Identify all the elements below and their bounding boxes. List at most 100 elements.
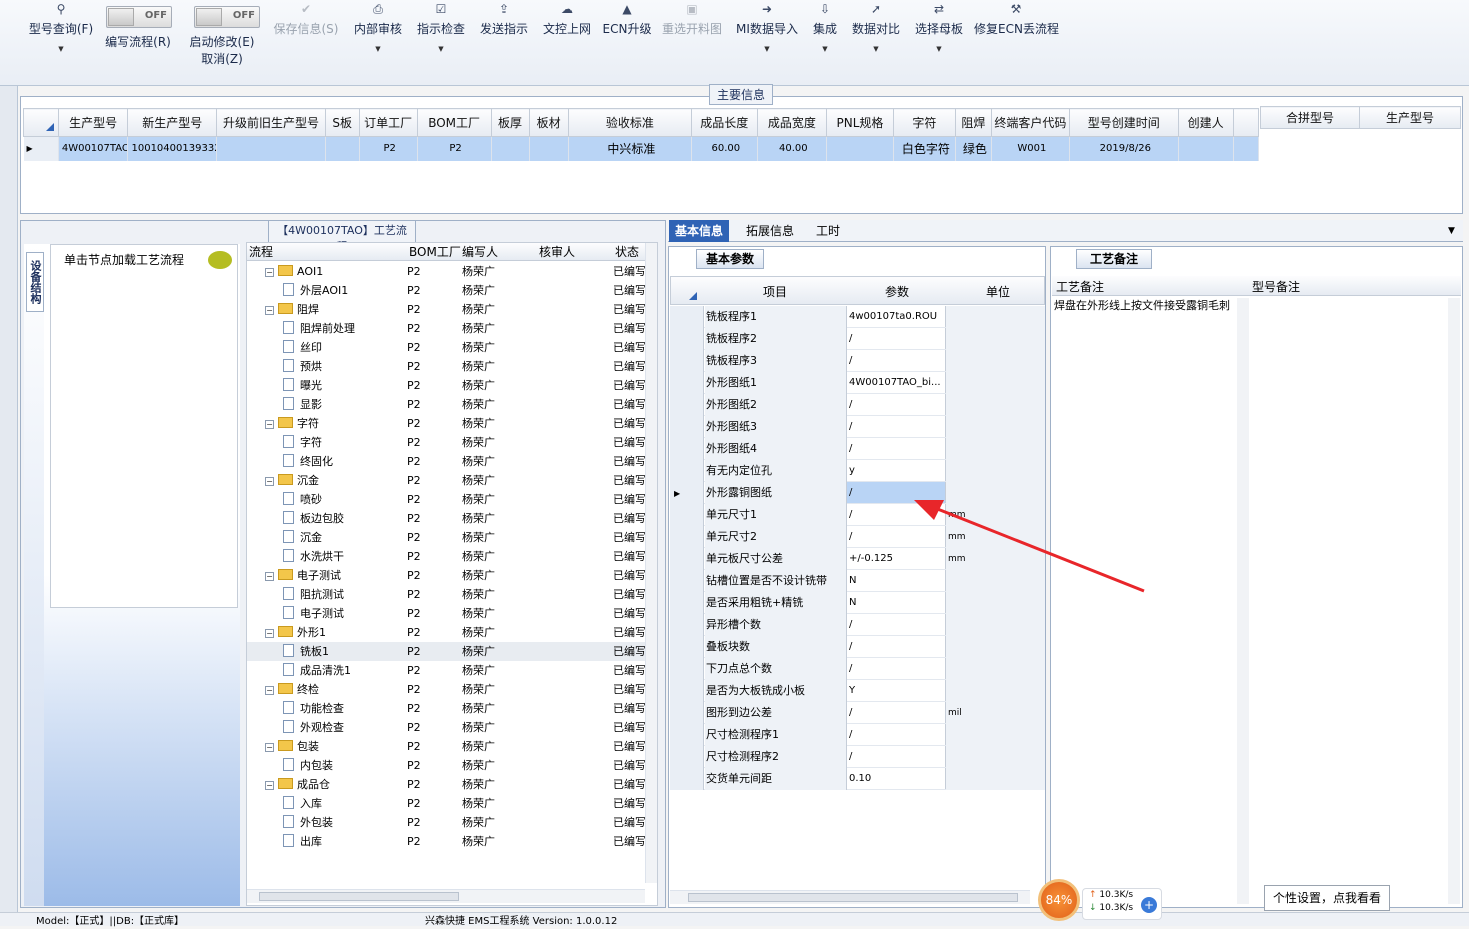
send-instruction-button[interactable]: ⇪ 发送指示 bbox=[478, 2, 530, 64]
col-header[interactable]: S板 bbox=[324, 108, 360, 137]
reselect-cut-image-button[interactable]: ▣ 重选开料图 bbox=[660, 2, 724, 64]
col-header[interactable]: BOM工厂 bbox=[409, 243, 461, 261]
col-header[interactable]: 型号备注 bbox=[1252, 278, 1300, 295]
param-value[interactable]: / bbox=[847, 724, 946, 745]
tree-row[interactable]: 阻抗测试 P2 杨荣广 已编写 bbox=[247, 585, 645, 604]
internal-review-button[interactable]: ⎙ 内部审核 ▼ bbox=[352, 2, 404, 64]
edit-flow-toggle[interactable]: OFF bbox=[106, 6, 172, 28]
tab-process-notes[interactable]: 工艺备注 bbox=[1076, 249, 1152, 269]
param-row[interactable]: 叠板块数 / bbox=[670, 636, 1045, 658]
select-mother-board-button[interactable]: ⇄ 选择母板 ▼ bbox=[912, 2, 966, 64]
col-header[interactable]: 工艺备注 bbox=[1056, 278, 1104, 295]
integrate-button[interactable]: ⇩ 集成 ▼ bbox=[808, 2, 842, 64]
param-value[interactable]: / bbox=[847, 614, 946, 635]
tree-row[interactable]: − 外形1 P2 杨荣广 已编写 bbox=[247, 623, 645, 642]
tree-row[interactable]: 显影 P2 杨荣广 已编写 bbox=[247, 395, 645, 414]
col-header[interactable]: 生产型号 bbox=[1359, 106, 1461, 129]
param-row[interactable]: 铣板程序1 4w00107ta0.ROU bbox=[670, 306, 1045, 328]
param-row[interactable]: 异形槽个数 / bbox=[670, 614, 1045, 636]
col-header[interactable]: 板厚 bbox=[490, 108, 530, 137]
vertical-scrollbar[interactable] bbox=[1237, 298, 1249, 904]
tree-row[interactable]: 电子测试 P2 杨荣广 已编写 bbox=[247, 604, 645, 623]
collapse-icon[interactable]: − bbox=[265, 306, 274, 315]
tree-row[interactable]: 铣板1 P2 杨荣广 已编写 bbox=[247, 642, 645, 661]
tree-row[interactable]: − 成品仓 P2 杨荣广 已编写 bbox=[247, 775, 645, 794]
mi-import-button[interactable]: ➜ MI数据导入 ▼ bbox=[734, 2, 800, 64]
col-header[interactable]: 编写人 bbox=[462, 243, 498, 261]
model-search-button[interactable]: ⚲ 型号查询(F) ▼ bbox=[22, 2, 100, 64]
collapse-icon[interactable]: − bbox=[265, 686, 274, 695]
col-header[interactable]: 成品宽度 bbox=[756, 108, 828, 137]
collapse-icon[interactable]: − bbox=[265, 268, 274, 277]
param-value[interactable]: 4W00107TAO_bi... bbox=[847, 372, 946, 393]
col-header[interactable]: 验收标准 bbox=[567, 108, 693, 137]
tree-row[interactable]: 功能检查 P2 杨荣广 已编写 bbox=[247, 699, 645, 718]
col-header[interactable]: 订单工厂 bbox=[358, 108, 418, 137]
param-value[interactable]: / bbox=[847, 350, 946, 371]
param-value[interactable]: / bbox=[847, 438, 946, 459]
net-speed-gauge[interactable]: 84% bbox=[1038, 879, 1080, 921]
tab-extended-info[interactable]: 拓展信息 bbox=[740, 220, 800, 242]
tree-row[interactable]: 成品清洗1 P2 杨荣广 已编写 bbox=[247, 661, 645, 680]
param-row[interactable]: 是否为大板铣成小板 Y bbox=[670, 680, 1045, 702]
param-row[interactable]: 下刀点总个数 / bbox=[670, 658, 1045, 680]
cancel-button[interactable]: 取消(Z) bbox=[201, 52, 243, 66]
tree-row[interactable]: 字符 P2 杨荣广 已编写 bbox=[247, 433, 645, 452]
param-value[interactable]: 4w00107ta0.ROU bbox=[847, 306, 946, 327]
fix-ecn-flow-button[interactable]: ⚒ 修复ECN丢流程 bbox=[974, 2, 1059, 64]
tree-row[interactable]: 预烘 P2 杨荣广 已编写 bbox=[247, 357, 645, 376]
collapse-icon[interactable]: − bbox=[265, 743, 274, 752]
col-header[interactable]: 型号创建时间 bbox=[1068, 108, 1179, 137]
param-row[interactable]: 铣板程序3/ bbox=[670, 350, 1045, 372]
col-header[interactable]: 新生产型号 bbox=[127, 108, 218, 137]
chevron-down-icon[interactable]: ▼ bbox=[1448, 226, 1455, 236]
col-header[interactable]: BOM工厂 bbox=[416, 108, 492, 137]
tree-row[interactable]: 丝印 P2 杨荣广 已编写 bbox=[247, 338, 645, 357]
param-value[interactable]: Y bbox=[847, 680, 946, 701]
tree-row[interactable]: 喷砂 P2 杨荣广 已编写 bbox=[247, 490, 645, 509]
collapse-icon[interactable]: − bbox=[265, 477, 274, 486]
param-value[interactable]: / bbox=[847, 328, 946, 349]
param-row[interactable]: 铣板程序2/ bbox=[670, 328, 1045, 350]
param-value[interactable]: 0.10 bbox=[847, 768, 946, 789]
param-row[interactable]: 有无内定位孔 y bbox=[670, 460, 1045, 482]
process-note-text[interactable]: 焊盘在外形线上按文件接受露铜毛刺 bbox=[1054, 300, 1234, 311]
col-header[interactable]: 阻焊 bbox=[954, 108, 992, 137]
col-header[interactable]: 项目 bbox=[763, 283, 787, 300]
save-info-button[interactable]: ✔ 保存信息(S) bbox=[270, 2, 342, 64]
param-value[interactable]: / bbox=[847, 636, 946, 657]
tab-equipment-structure[interactable]: 设备结构 bbox=[26, 252, 44, 312]
vertical-scrollbar[interactable] bbox=[645, 243, 657, 883]
param-row[interactable]: 尺寸检测程序1/ bbox=[670, 724, 1045, 746]
col-header[interactable]: 创建人 bbox=[1177, 108, 1234, 137]
collapse-icon[interactable]: − bbox=[265, 781, 274, 790]
tree-row[interactable]: 出库 P2 杨荣广 已编写 bbox=[247, 832, 645, 851]
param-row[interactable]: 外形图纸1 4W00107TAO_bi... bbox=[670, 372, 1045, 394]
param-value[interactable]: y bbox=[847, 460, 946, 481]
tree-row[interactable]: 外层AOI1 P2 杨荣广 已编写 bbox=[247, 281, 645, 300]
param-row[interactable]: 外形图纸4/ bbox=[670, 438, 1045, 460]
col-header[interactable]: 升级前旧生产型号 bbox=[216, 108, 326, 137]
tree-row[interactable]: 阻焊前处理 P2 杨荣广 已编写 bbox=[247, 319, 645, 338]
col-header[interactable]: 参数 bbox=[885, 283, 909, 300]
col-header[interactable]: 合拼型号 bbox=[1260, 106, 1360, 129]
collapse-icon[interactable]: − bbox=[265, 420, 274, 429]
plus-icon[interactable]: + bbox=[1141, 897, 1157, 913]
tree-row[interactable]: − 阻焊 P2 杨荣广 已编写 bbox=[247, 300, 645, 319]
tree-row[interactable]: − 终检 P2 杨荣广 已编写 bbox=[247, 680, 645, 699]
col-header[interactable]: 成品长度 bbox=[691, 108, 758, 137]
col-header[interactable]: 终端客户代码 bbox=[990, 108, 1070, 137]
personal-settings-tooltip[interactable]: 个性设置，点我看看 bbox=[1264, 885, 1390, 911]
start-modify-toggle[interactable]: OFF bbox=[194, 6, 260, 28]
ecn-upgrade-button[interactable]: ▲ ECN升级 bbox=[602, 2, 652, 64]
tree-row[interactable]: 沉金 P2 杨荣广 已编写 bbox=[247, 528, 645, 547]
tree-row[interactable]: 曝光 P2 杨荣广 已编写 bbox=[247, 376, 645, 395]
col-header[interactable]: 生产型号 bbox=[57, 108, 129, 137]
tab-basic-info[interactable]: 基本信息 bbox=[669, 220, 730, 242]
param-value[interactable]: / bbox=[847, 394, 946, 415]
collapse-icon[interactable]: − bbox=[265, 572, 274, 581]
col-header[interactable]: 流程 bbox=[249, 243, 273, 261]
param-row[interactable]: 交货单元间距 0.10 bbox=[670, 768, 1045, 790]
col-header[interactable]: 核审人 bbox=[539, 243, 575, 261]
tab-basic-params[interactable]: 基本参数 bbox=[696, 249, 764, 269]
